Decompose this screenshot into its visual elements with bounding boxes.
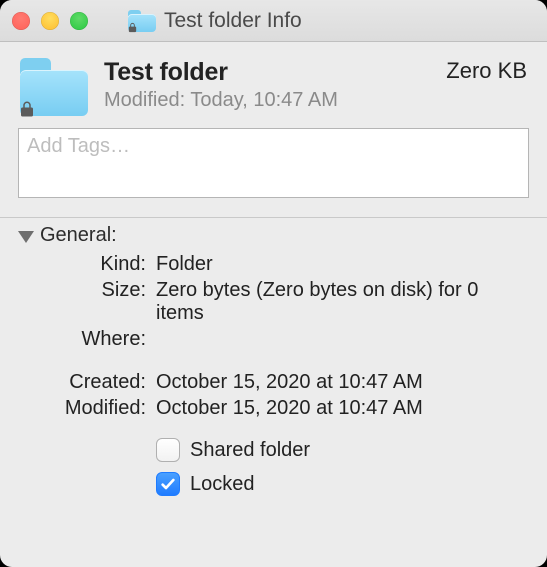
locked-label: Locked bbox=[190, 473, 255, 496]
size-label: Size: bbox=[18, 279, 146, 325]
where-value bbox=[156, 328, 529, 351]
item-size: Zero KB bbox=[446, 58, 527, 84]
created-value: October 15, 2020 at 10:47 AM bbox=[156, 371, 529, 394]
window-title: Test folder Info bbox=[164, 9, 302, 33]
general-disclosure[interactable]: General: bbox=[18, 224, 529, 247]
tags-input[interactable] bbox=[18, 128, 529, 198]
general-heading: General: bbox=[40, 224, 117, 247]
kind-value: Folder bbox=[156, 253, 529, 276]
modified-label: Modified: bbox=[18, 397, 146, 420]
folder-icon[interactable] bbox=[20, 58, 88, 116]
kind-label: Kind: bbox=[18, 253, 146, 276]
tags-section bbox=[0, 120, 547, 217]
folder-icon bbox=[128, 10, 156, 32]
general-fields: Kind: Folder Size: Zero bytes (Zero byte… bbox=[18, 253, 529, 420]
general-checkboxes: Shared folder Locked bbox=[156, 438, 529, 496]
locked-row: Locked bbox=[156, 472, 529, 496]
zoom-button[interactable] bbox=[70, 12, 88, 30]
traffic-lights bbox=[12, 12, 88, 30]
close-button[interactable] bbox=[12, 12, 30, 30]
modified-value: October 15, 2020 at 10:47 AM bbox=[156, 397, 529, 420]
locked-checkbox[interactable] bbox=[156, 472, 180, 496]
chevron-down-icon bbox=[18, 231, 34, 243]
title-wrap: Test folder Info bbox=[128, 9, 302, 33]
general-section: General: Kind: Folder Size: Zero bytes (… bbox=[0, 218, 547, 496]
titlebar[interactable]: Test folder Info bbox=[0, 0, 547, 42]
lock-icon bbox=[126, 22, 138, 34]
modified-label: Modified: bbox=[104, 89, 185, 111]
item-name[interactable]: Test folder bbox=[104, 58, 446, 87]
shared-folder-row: Shared folder bbox=[156, 438, 529, 462]
where-label: Where: bbox=[18, 328, 146, 351]
minimize-button[interactable] bbox=[41, 12, 59, 30]
size-value: Zero bytes (Zero bytes on disk) for 0 it… bbox=[156, 279, 529, 325]
created-label: Created: bbox=[18, 371, 146, 394]
lock-icon bbox=[17, 99, 37, 119]
shared-folder-checkbox[interactable] bbox=[156, 438, 180, 462]
info-window: Test folder Info Test folder Modified: T… bbox=[0, 0, 547, 567]
modified-value: Today, 10:47 AM bbox=[190, 89, 338, 111]
modified-summary: Modified: Today, 10:47 AM bbox=[104, 89, 446, 112]
header: Test folder Modified: Today, 10:47 AM Ze… bbox=[0, 42, 547, 120]
shared-folder-label: Shared folder bbox=[190, 439, 310, 462]
